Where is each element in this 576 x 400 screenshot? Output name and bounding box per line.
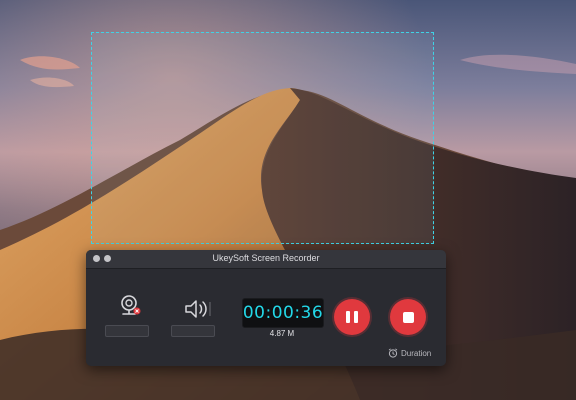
capture-region-selection[interactable] bbox=[91, 32, 434, 244]
stop-icon bbox=[402, 311, 414, 323]
recording-timer: 00:00:36 bbox=[242, 298, 324, 328]
webcam-toggle-button[interactable] bbox=[105, 325, 149, 337]
speaker-icon[interactable] bbox=[183, 298, 213, 320]
stop-button[interactable] bbox=[390, 299, 426, 335]
window-title: UkeySoft Screen Recorder bbox=[212, 253, 320, 263]
alarm-clock-icon bbox=[388, 348, 398, 358]
audio-source-button[interactable] bbox=[171, 325, 215, 337]
timer-value: 00:00:36 bbox=[242, 303, 324, 323]
duration-setting[interactable]: Duration bbox=[388, 348, 431, 358]
pause-button[interactable] bbox=[334, 299, 370, 335]
file-size: 4.87 M bbox=[269, 329, 295, 338]
recorder-window: UkeySoft Screen Recorder 00:00:36 4.87 M bbox=[86, 250, 446, 366]
pause-icon bbox=[346, 311, 358, 323]
window-titlebar[interactable]: UkeySoft Screen Recorder bbox=[86, 250, 446, 269]
webcam-icon[interactable] bbox=[118, 294, 144, 320]
duration-label: Duration bbox=[401, 348, 432, 358]
